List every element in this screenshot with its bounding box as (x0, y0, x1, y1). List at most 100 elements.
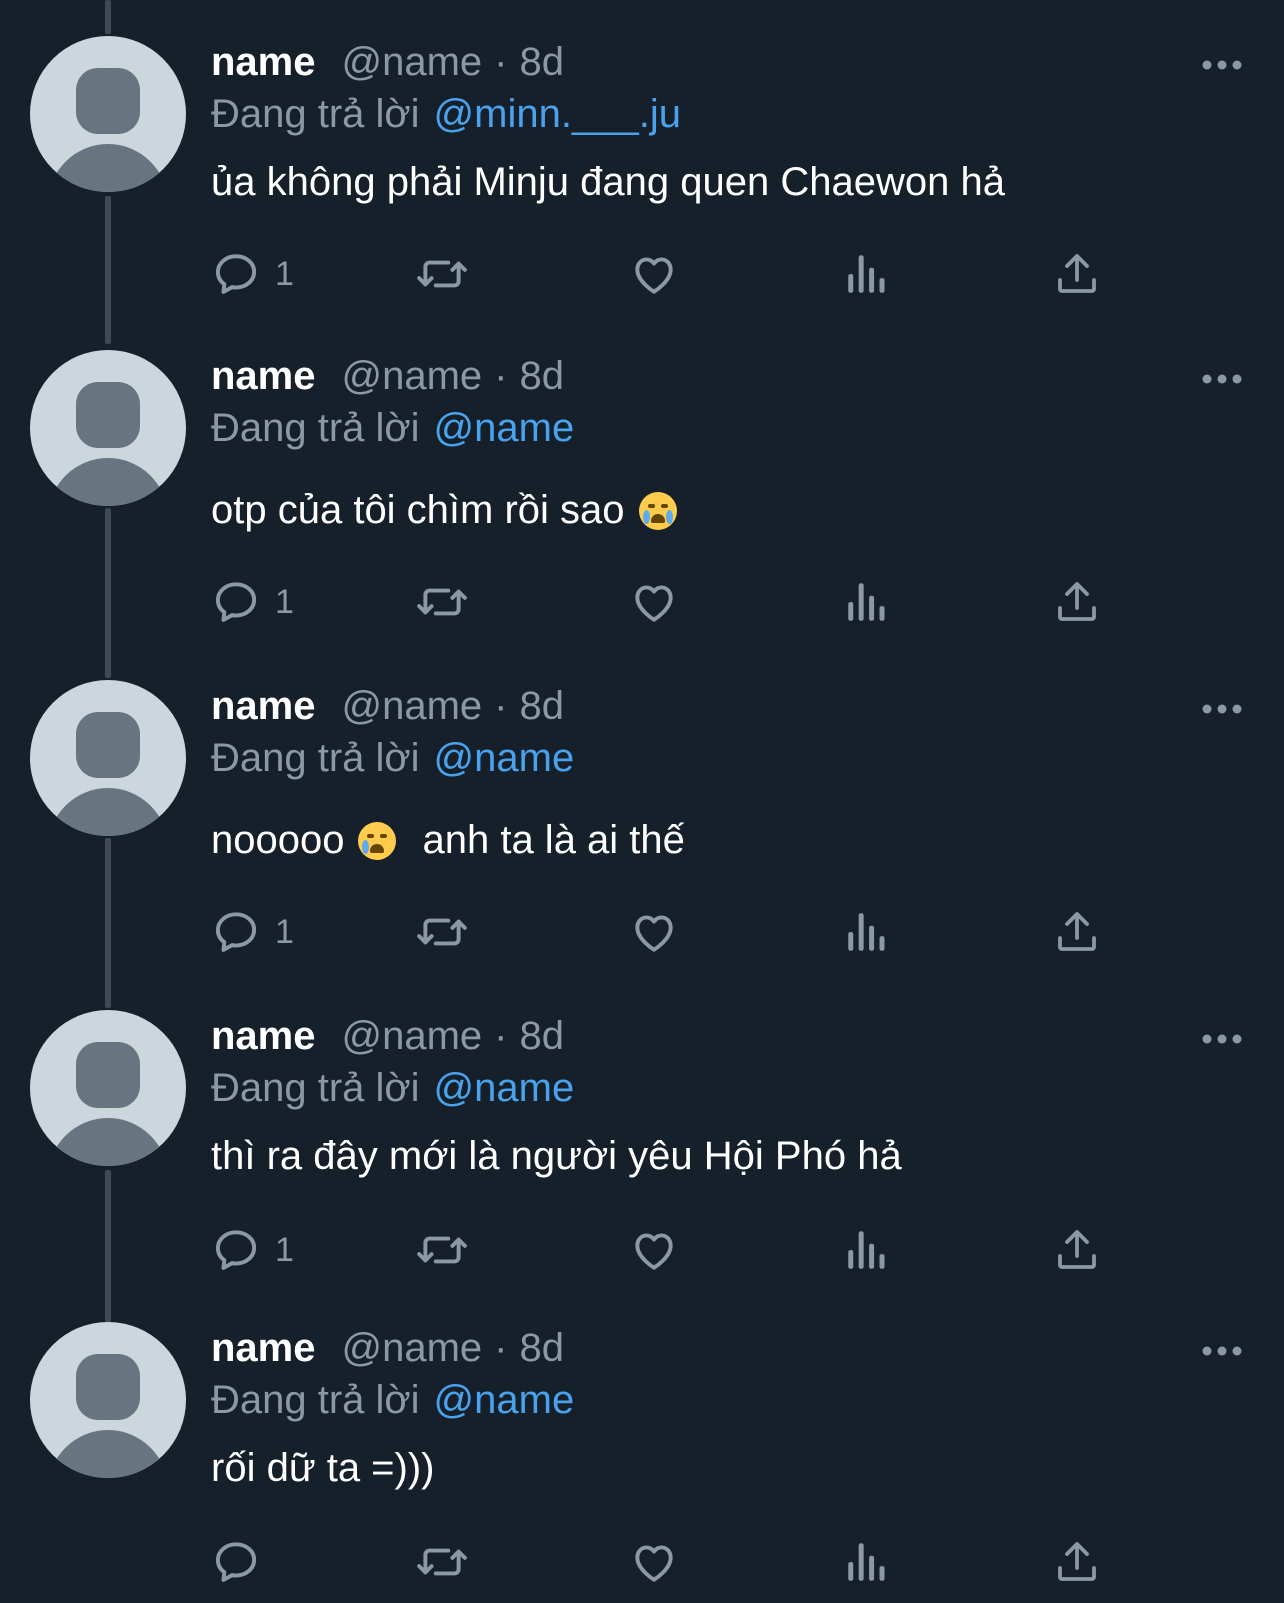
like-button[interactable] (629, 1222, 679, 1278)
tweet-actions: 1 (211, 1222, 1151, 1278)
share-button[interactable] (1053, 574, 1101, 630)
loudly-crying-face-icon (638, 491, 677, 530)
share-upload-icon (1053, 1225, 1101, 1275)
tweet-actions: 1 (211, 904, 1151, 960)
separator-dot: · (494, 1326, 508, 1370)
display-name[interactable]: name (211, 1014, 316, 1059)
separator-dot: · (494, 40, 508, 84)
retweet-button[interactable] (415, 1222, 469, 1278)
timestamp[interactable]: 8d (520, 40, 565, 85)
retweet-icon (415, 249, 469, 299)
reply-button[interactable]: 1 (211, 1222, 294, 1278)
share-button[interactable] (1053, 246, 1101, 302)
reply-button[interactable]: 1 (211, 574, 294, 630)
like-button[interactable] (629, 1534, 679, 1590)
retweet-icon (415, 907, 469, 957)
more-options-button[interactable] (1198, 50, 1246, 80)
reply-bubble-icon (211, 1537, 261, 1587)
views-chart-icon (845, 1225, 889, 1275)
views-button[interactable] (845, 246, 889, 302)
reply-button[interactable]: 1 (211, 246, 294, 302)
tweet[interactable]: name @name · 8d Đang trả lời @name thì ra… (0, 1010, 1284, 1280)
tweet-actions: 1 (211, 246, 1151, 302)
share-button[interactable] (1053, 1222, 1101, 1278)
retweet-button[interactable] (415, 904, 469, 960)
tweet-header: name @name · 8d (211, 684, 564, 730)
tweet-text: nooooo anh ta là ai thế (211, 818, 685, 863)
views-button[interactable] (845, 574, 889, 630)
tweet-header: name @name · 8d (211, 354, 564, 400)
timestamp[interactable]: 8d (520, 1326, 565, 1371)
replying-to-line: Đang trả lời @name (211, 1378, 574, 1423)
tweet[interactable]: name @name · 8d Đang trả lời @name rối dữ… (0, 1322, 1284, 1592)
mention-link[interactable]: @name (434, 736, 575, 780)
display-name[interactable]: name (211, 1326, 316, 1371)
retweet-button[interactable] (415, 246, 469, 302)
avatar[interactable] (30, 680, 186, 836)
user-handle: @name (341, 684, 483, 728)
crying-face-icon (358, 821, 397, 860)
reply-bubble-icon (211, 907, 261, 957)
avatar[interactable] (30, 36, 186, 192)
replying-to-line: Đang trả lời @name (211, 736, 574, 781)
mention-link[interactable]: @name (434, 1066, 575, 1110)
display-name[interactable]: name (211, 684, 316, 729)
mention-link[interactable]: @minn.___.ju (434, 92, 681, 136)
more-dots-icon (1202, 704, 1242, 714)
more-options-button[interactable] (1198, 364, 1246, 394)
user-handle: @name (341, 40, 483, 84)
more-options-button[interactable] (1198, 1024, 1246, 1054)
like-button[interactable] (629, 904, 679, 960)
replying-label: Đang trả lời (211, 406, 420, 450)
tweet-text: rối dữ ta =))) (211, 1446, 435, 1491)
reply-bubble-icon (211, 249, 261, 299)
replying-label: Đang trả lời (211, 1378, 420, 1422)
reply-thread: name @name · 8d Đang trả lời @minn.___.ju… (0, 0, 1284, 1603)
replying-label: Đang trả lời (211, 736, 420, 780)
views-button[interactable] (845, 904, 889, 960)
replying-to-line: Đang trả lời @name (211, 1066, 574, 1111)
like-button[interactable] (629, 246, 679, 302)
separator-dot: · (494, 1014, 508, 1058)
tweet[interactable]: name @name · 8d Đang trả lời @name otp củ… (0, 350, 1284, 630)
avatar[interactable] (30, 1322, 186, 1478)
retweet-button[interactable] (415, 1534, 469, 1590)
heart-icon (629, 907, 679, 957)
retweet-button[interactable] (415, 574, 469, 630)
timestamp[interactable]: 8d (520, 1014, 565, 1059)
timestamp[interactable]: 8d (520, 684, 565, 729)
heart-icon (629, 1225, 679, 1275)
more-dots-icon (1202, 1034, 1242, 1044)
tweet-header: name @name · 8d (211, 40, 564, 86)
more-options-button[interactable] (1198, 1336, 1246, 1366)
reply-button[interactable]: 1 (211, 904, 294, 960)
display-name[interactable]: name (211, 40, 316, 85)
avatar[interactable] (30, 350, 186, 506)
views-button[interactable] (845, 1534, 889, 1590)
share-upload-icon (1053, 1537, 1101, 1587)
tweet[interactable]: name @name · 8d Đang trả lời @minn.___.ju… (0, 36, 1284, 306)
tweet-header: name @name · 8d (211, 1014, 564, 1060)
reply-count: 1 (275, 582, 294, 621)
thread-line (105, 0, 111, 34)
more-options-button[interactable] (1198, 694, 1246, 724)
user-handle: @name (341, 1014, 483, 1058)
reply-count: 1 (275, 1230, 294, 1269)
display-name[interactable]: name (211, 354, 316, 399)
reply-bubble-icon (211, 1225, 261, 1275)
mention-link[interactable]: @name (434, 1378, 575, 1422)
mention-link[interactable]: @name (434, 406, 575, 450)
like-button[interactable] (629, 574, 679, 630)
share-upload-icon (1053, 249, 1101, 299)
reply-button[interactable] (211, 1534, 275, 1590)
tweet-text: thì ra đây mới là người yêu Hội Phó hả (211, 1134, 902, 1179)
tweet[interactable]: name @name · 8d Đang trả lời @name nooooo… (0, 680, 1284, 960)
timestamp[interactable]: 8d (520, 354, 565, 399)
share-button[interactable] (1053, 1534, 1101, 1590)
heart-icon (629, 249, 679, 299)
views-button[interactable] (845, 1222, 889, 1278)
more-dots-icon (1202, 60, 1242, 70)
avatar[interactable] (30, 1010, 186, 1166)
heart-icon (629, 1537, 679, 1587)
share-button[interactable] (1053, 904, 1101, 960)
